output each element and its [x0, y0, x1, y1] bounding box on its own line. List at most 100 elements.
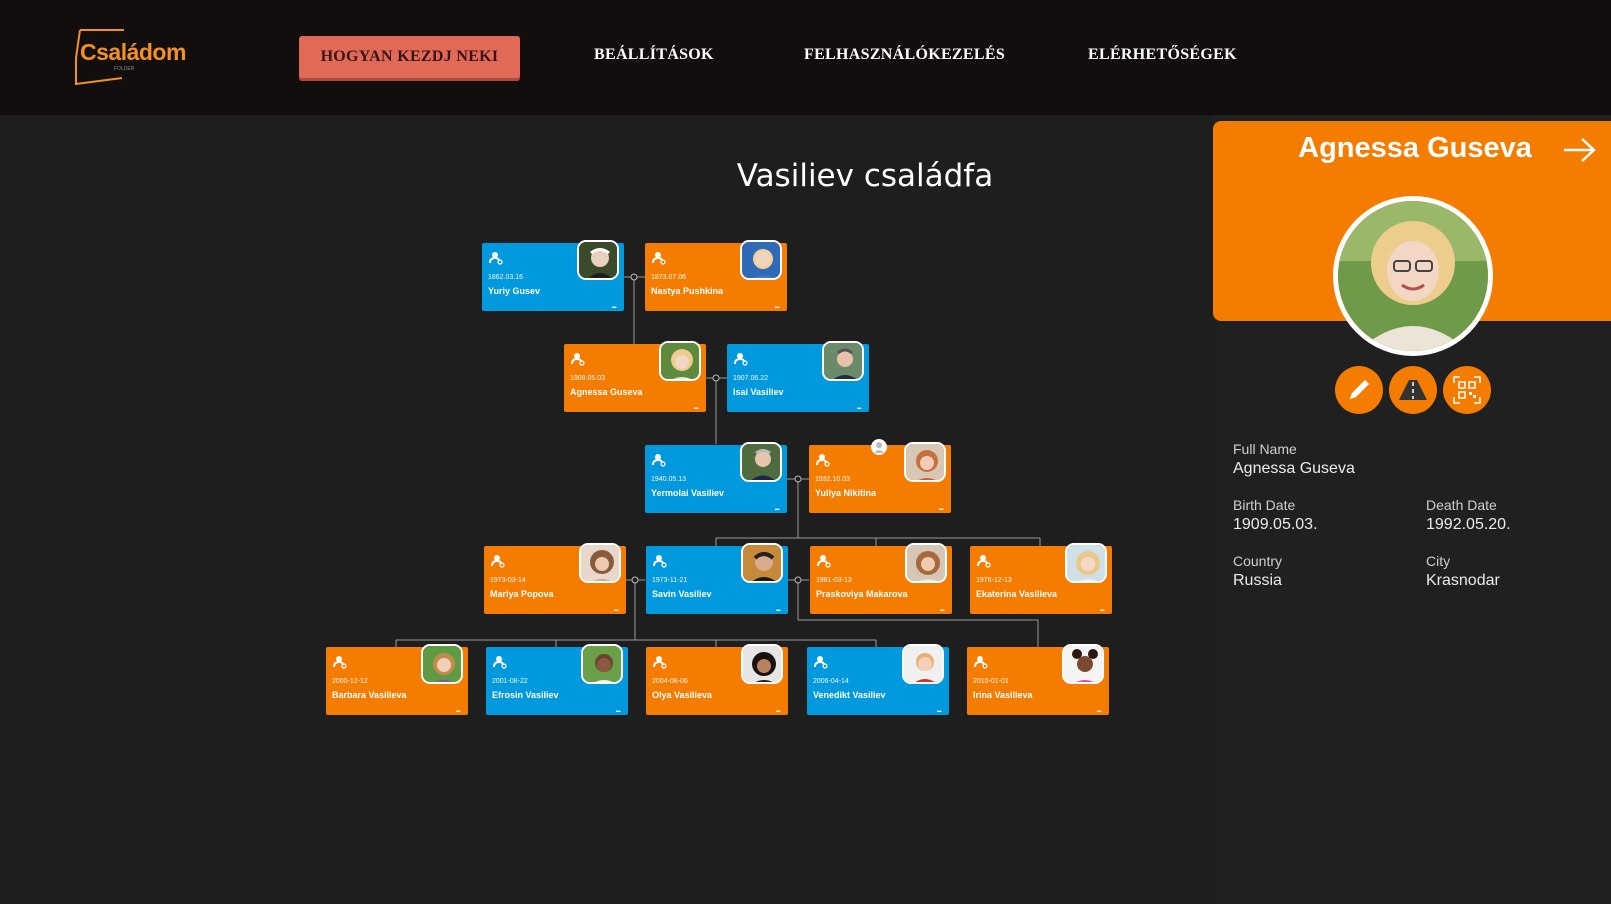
more-menu-icon[interactable]: ...: [775, 604, 780, 613]
person-settings-icon: [571, 353, 585, 366]
more-menu-icon[interactable]: ...: [936, 705, 941, 714]
person-photo: [741, 644, 783, 684]
person-card-irina-vasilieva[interactable]: 2010-01-01 Irina Vasilieva ...: [967, 644, 1109, 715]
more-menu-icon[interactable]: ...: [693, 402, 698, 411]
arrow-right-icon[interactable]: [1562, 136, 1598, 164]
person-card-praskoviya-makarova[interactable]: 1981-03-13 Praskoviya Makarova ...: [810, 543, 952, 614]
more-menu-icon[interactable]: ...: [1099, 604, 1104, 613]
person-settings-icon: [493, 656, 507, 669]
person-card-agnessa-guseva[interactable]: 1909.05.03 Agnessa Guseva ...: [564, 341, 706, 412]
group-badge-icon: [871, 439, 887, 455]
more-menu-icon[interactable]: ...: [615, 705, 620, 714]
person-settings-icon: [734, 353, 748, 366]
tree-connector-lines: [395, 273, 1041, 647]
person-photo: [1065, 543, 1107, 583]
city-value: Krasnodar: [1426, 572, 1500, 589]
person-settings-icon: [489, 252, 503, 265]
person-name: Yuriy Gusev: [488, 286, 541, 296]
more-menu-icon[interactable]: ...: [613, 604, 618, 613]
birth-date: 1973-03-14: [490, 577, 526, 584]
person-card-yuriy-gusev[interactable]: 1862.03.16 Yuriy Gusev ...: [482, 240, 624, 311]
selected-person-name: Agnessa Guseva: [1298, 132, 1532, 164]
person-settings-icon: [816, 454, 830, 467]
person-name: Savin Vasiliev: [652, 589, 712, 599]
person-card-barbara-vasilieva[interactable]: 2000-12-12 Barbara Vasilieva ...: [326, 644, 468, 715]
death-date-value: 1992.05.20.: [1426, 516, 1511, 533]
person-settings-icon: [653, 555, 667, 568]
tree-title: Vasiliev családfa: [736, 158, 994, 194]
person-photo: [902, 644, 944, 684]
person-settings-icon: [652, 252, 666, 265]
more-menu-icon[interactable]: ...: [774, 301, 779, 310]
more-menu-icon[interactable]: ...: [455, 705, 460, 714]
person-card-venedikt-vasiliev[interactable]: 2006-04-14 Venedikt Vasiliev ...: [807, 644, 949, 715]
person-card-yuliya-nikitina[interactable]: 1932.10.03 Yuliya Nikitina ...: [809, 439, 951, 513]
birth-date: 1862.03.16: [488, 274, 524, 281]
more-menu-icon[interactable]: ...: [856, 402, 861, 411]
more-menu-icon[interactable]: ...: [938, 503, 943, 512]
person-photo: [1062, 644, 1104, 684]
person-name: Yuliya Nikitina: [815, 488, 877, 498]
family-tree: Vasiliev családfa 1862.03.16 Yuriy Gusev…: [0, 0, 1200, 904]
birth-date-label: Birth Date: [1233, 497, 1296, 513]
birth-date-value: 1909.05.03.: [1233, 516, 1318, 533]
birth-date: 2001-08-22: [492, 678, 528, 685]
person-photo: [905, 543, 947, 583]
person-settings-icon: [814, 656, 828, 669]
birth-date: 1973-11-21: [652, 577, 688, 584]
birth-date: 1909.05.03: [570, 375, 606, 382]
edit-icon: [1350, 380, 1369, 399]
person-card-nastya-pushkina[interactable]: 1873.07.06 Nastya Pushkina ...: [645, 240, 787, 311]
person-settings-icon: [977, 555, 991, 568]
more-menu-icon[interactable]: ...: [774, 503, 779, 512]
birth-date: 1981-03-13: [816, 577, 852, 584]
qr-code-icon: [1453, 376, 1481, 404]
road-icon: [1399, 380, 1427, 400]
person-settings-icon: [333, 656, 347, 669]
person-card-isai-vasiliev[interactable]: 1907.06.22 Isai Vasiliev ...: [727, 341, 869, 412]
person-photo: [579, 543, 621, 583]
person-card-efrosin-vasiliev[interactable]: 2001-08-22 Efrosin Vasiliev ...: [486, 644, 628, 715]
city-label: City: [1426, 553, 1451, 569]
person-name: Irina Vasilieva: [973, 690, 1033, 700]
person-photo: [740, 442, 782, 482]
person-photo: [421, 644, 463, 684]
more-menu-icon[interactable]: ...: [611, 301, 616, 310]
person-name: Venedikt Vasiliev: [813, 690, 886, 700]
qr-code-button[interactable]: [1443, 366, 1491, 414]
person-card-mariya-popova[interactable]: 1973-03-14 Mariya Popova ...: [484, 543, 626, 614]
person-photo: [740, 240, 782, 280]
person-name: Olya Vasilieva: [652, 690, 713, 700]
person-name: Barbara Vasilieva: [332, 690, 407, 700]
person-photo: [577, 240, 619, 280]
person-settings-icon: [974, 656, 988, 669]
person-settings-icon: [817, 555, 831, 568]
person-name: Isai Vasiliev: [733, 387, 784, 397]
person-photo: [741, 543, 783, 583]
person-card-olya-vasilieva[interactable]: 2004-08-06 Olya Vasilieva ...: [646, 644, 788, 715]
more-menu-icon[interactable]: ...: [939, 604, 944, 613]
birth-date: 2000-12-12: [332, 678, 368, 685]
birth-date: 1976-12-13: [976, 577, 1012, 584]
person-card-yermolai-vasiliev[interactable]: 1940.05.13 Yermolai Vasiliev ...: [645, 442, 787, 513]
road-button[interactable]: [1389, 366, 1437, 414]
person-name: Yermolai Vasiliev: [651, 488, 725, 498]
person-card-ekaterina-vasilieva[interactable]: 1976-12-13 Ekaterina Vasilieva ...: [970, 543, 1112, 614]
country-label: Country: [1233, 553, 1283, 569]
birth-date: 1932.10.03: [815, 476, 851, 483]
birth-date: 2010-01-01: [973, 678, 1009, 685]
full-name-value: Agnessa Guseva: [1233, 460, 1355, 477]
person-photo: [659, 341, 701, 381]
person-card-savin-vasiliev[interactable]: 1973-11-21 Savin Vasiliev ...: [646, 543, 788, 614]
person-photo: [822, 341, 864, 381]
selected-person-photo: [1333, 196, 1493, 356]
person-name: Agnessa Guseva: [570, 387, 643, 397]
birth-date: 1907.06.22: [733, 375, 769, 382]
death-date-label: Death Date: [1426, 497, 1497, 513]
person-name: Praskoviya Makarova: [816, 589, 908, 599]
edit-button[interactable]: [1335, 366, 1383, 414]
more-menu-icon[interactable]: ...: [1096, 705, 1101, 714]
more-menu-icon[interactable]: ...: [775, 705, 780, 714]
birth-date: 1940.05.13: [651, 476, 687, 483]
person-settings-icon: [652, 454, 666, 467]
